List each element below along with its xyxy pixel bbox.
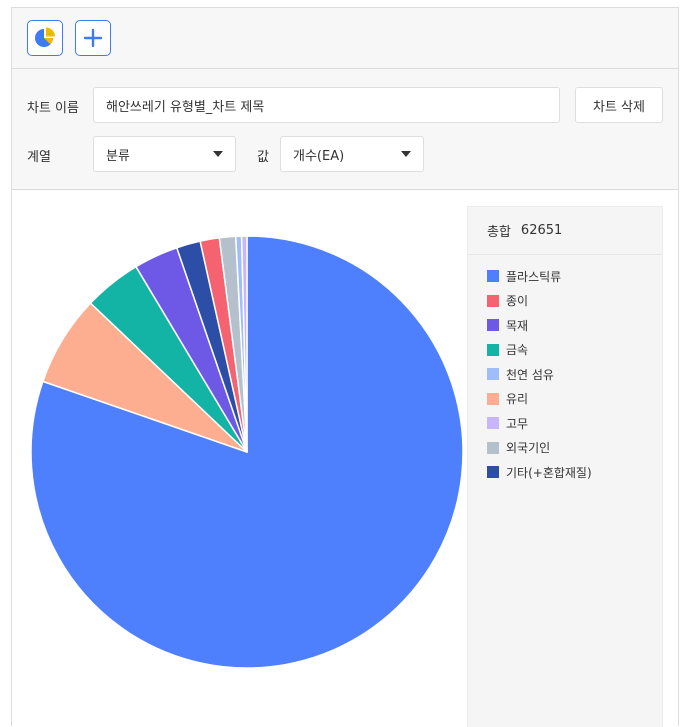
legend-swatch xyxy=(487,441,499,454)
legend-label: 고무 xyxy=(506,416,529,431)
legend-item[interactable]: 플라스틱류 xyxy=(468,264,662,289)
legend-label: 금속 xyxy=(506,343,529,358)
add-chart-button[interactable] xyxy=(75,20,111,56)
legend-item[interactable]: 금속 xyxy=(468,338,662,363)
toolbar xyxy=(12,8,678,69)
legend-swatch xyxy=(487,294,499,307)
legend-label: 천연 섬유 xyxy=(506,367,554,382)
pie-chart xyxy=(30,235,464,669)
legend-label: 목재 xyxy=(506,318,529,333)
legend-swatch xyxy=(487,466,499,479)
legend-label: 외국기인 xyxy=(506,441,551,456)
legend: 총합 62651 플라스틱류종이목재금속천연 섬유유리고무외국기인기타(+혼합재… xyxy=(467,206,663,727)
legend-swatch xyxy=(487,368,499,381)
legend-label: 기타(+혼합재질) xyxy=(506,465,592,480)
value-select-value: 개수(EA) xyxy=(293,148,345,164)
value-select[interactable]: 개수(EA) xyxy=(280,136,424,172)
legend-total: 총합 62651 xyxy=(468,207,662,255)
legend-item[interactable]: 종이 xyxy=(468,289,662,314)
legend-swatch xyxy=(487,343,499,356)
pie-chart-icon xyxy=(35,27,55,47)
legend-item[interactable]: 외국기인 xyxy=(468,436,662,461)
legend-swatch xyxy=(487,270,499,283)
caret-down-icon xyxy=(401,151,411,157)
chart-type-button[interactable] xyxy=(27,20,63,56)
legend-label: 유리 xyxy=(506,392,529,407)
series-select[interactable]: 분류 xyxy=(93,136,236,172)
chart-name-input[interactable] xyxy=(93,87,560,123)
chart-editor: 차트 이름 차트 삭제 계열 분류 값 개수(EA) 총합 62651 플라스틱… xyxy=(11,7,679,727)
legend-item[interactable]: 고무 xyxy=(468,411,662,436)
chart-area: 총합 62651 플라스틱류종이목재금속천연 섬유유리고무외국기인기타(+혼합재… xyxy=(12,190,678,727)
chart-settings: 차트 이름 차트 삭제 계열 분류 값 개수(EA) xyxy=(12,69,678,190)
legend-swatch xyxy=(487,417,499,430)
legend-label: 종이 xyxy=(506,294,529,309)
legend-swatch xyxy=(487,319,499,332)
total-value: 62651 xyxy=(520,223,563,238)
series-label: 계열 xyxy=(27,150,51,165)
legend-item[interactable]: 유리 xyxy=(468,387,662,412)
legend-list: 플라스틱류종이목재금속천연 섬유유리고무외국기인기타(+혼합재질) xyxy=(468,255,662,485)
caret-down-icon xyxy=(213,151,223,157)
series-select-value: 분류 xyxy=(106,148,130,164)
legend-label: 플라스틱류 xyxy=(506,269,562,284)
legend-item[interactable]: 천연 섬유 xyxy=(468,362,662,387)
value-label: 값 xyxy=(257,150,269,165)
legend-item[interactable]: 목재 xyxy=(468,313,662,338)
chart-name-label: 차트 이름 xyxy=(27,101,79,116)
delete-chart-button[interactable]: 차트 삭제 xyxy=(575,87,663,123)
legend-swatch xyxy=(487,392,499,405)
total-label: 총합 xyxy=(487,225,511,240)
legend-item[interactable]: 기타(+혼합재질) xyxy=(468,460,662,485)
plus-icon xyxy=(83,28,103,48)
